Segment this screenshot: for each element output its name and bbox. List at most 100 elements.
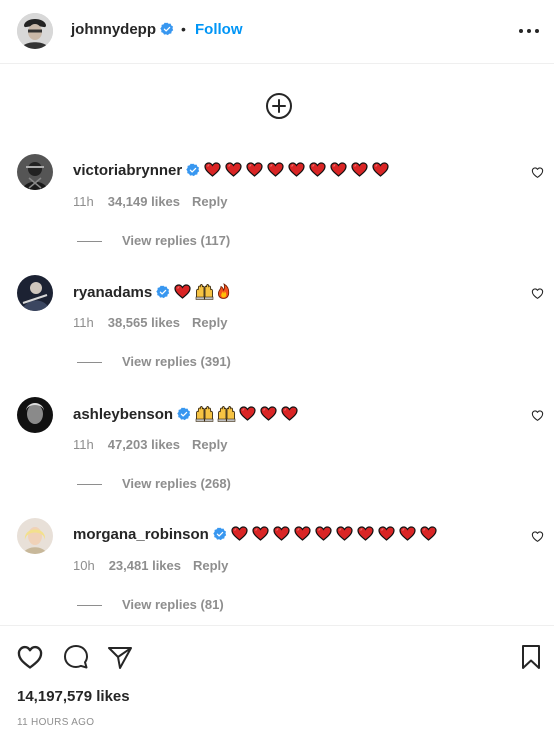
red-heart-emoji-icon [336, 526, 353, 541]
verified-badge-icon [213, 527, 227, 541]
replies-divider-line [77, 362, 102, 364]
commenter-username[interactable]: ashleybenson [73, 406, 173, 423]
heart-outline-icon [531, 409, 544, 422]
comment-line: victoriabrynner [73, 162, 393, 179]
red-heart-emoji-icon [420, 526, 437, 541]
view-replies-button[interactable]: View replies (268) [77, 476, 231, 491]
red-heart-emoji-icon [309, 162, 326, 177]
share-button[interactable] [106, 643, 134, 671]
red-heart-emoji-icon [204, 162, 221, 177]
reply-button[interactable]: Reply [192, 437, 227, 452]
red-heart-emoji-icon [294, 526, 311, 541]
red-heart-emoji-icon [239, 406, 256, 421]
comment-time[interactable]: 10h [73, 558, 95, 573]
comment-time[interactable]: 11h [73, 194, 94, 209]
comment-likes[interactable]: 47,203 likes [108, 437, 180, 452]
red-heart-emoji-icon [288, 162, 305, 177]
post-header: johnnydepp • Follow [0, 0, 554, 64]
reply-button[interactable]: Reply [193, 558, 228, 573]
post-likes-count[interactable]: 14,197,579 likes [17, 688, 130, 705]
header-separator: • [181, 21, 186, 37]
raising-hands-emoji-icon [195, 405, 214, 422]
reply-button[interactable]: Reply [192, 194, 227, 209]
like-button[interactable] [16, 643, 44, 671]
view-replies-button[interactable]: View replies (391) [77, 354, 231, 369]
save-button[interactable] [517, 643, 545, 671]
commenter-username[interactable]: ryanadams [73, 284, 152, 301]
fire-emoji-icon [217, 283, 230, 299]
load-more-comments-button[interactable] [265, 92, 293, 120]
red-heart-emoji-icon [315, 526, 332, 541]
verified-badge-icon [160, 22, 174, 36]
red-heart-emoji-icon [267, 162, 284, 177]
post-timestamp[interactable]: 11 HOURS AGO [17, 717, 94, 728]
comment-line: morgana_robinson [73, 526, 441, 543]
comment-meta: 11h 34,149 likes Reply [73, 194, 227, 209]
heart-outline-icon [531, 166, 544, 179]
comment-likes[interactable]: 38,565 likes [108, 315, 180, 330]
red-heart-emoji-icon [252, 526, 269, 541]
red-heart-emoji-icon [378, 526, 395, 541]
more-options-icon[interactable] [517, 21, 541, 41]
author-avatar[interactable] [17, 13, 53, 49]
comment-time[interactable]: 11h [73, 437, 94, 452]
comment-like-button[interactable] [531, 287, 544, 300]
heart-outline-icon [531, 530, 544, 543]
view-replies-label: View replies (117) [122, 233, 231, 248]
comment-line: ryanadams [73, 283, 230, 301]
comment-text [195, 406, 302, 423]
commenter-avatar[interactable] [17, 518, 53, 554]
raising-hands-emoji-icon [195, 283, 214, 300]
comment-text [174, 284, 230, 301]
verified-badge-icon [186, 163, 200, 177]
comment-time[interactable]: 11h [73, 315, 94, 330]
red-heart-emoji-icon [273, 526, 290, 541]
raising-hands-emoji-icon [217, 405, 236, 422]
commenter-avatar[interactable] [17, 275, 53, 311]
commenter-username[interactable]: morgana_robinson [73, 526, 209, 543]
comment-line: ashleybenson [73, 405, 302, 423]
view-replies-button[interactable]: View replies (117) [77, 233, 230, 248]
red-heart-emoji-icon [260, 406, 277, 421]
replies-divider-line [77, 241, 102, 243]
view-replies-button[interactable]: View replies (81) [77, 597, 224, 612]
red-heart-emoji-icon [399, 526, 416, 541]
comment-likes[interactable]: 34,149 likes [108, 194, 180, 209]
comment-text [231, 526, 441, 543]
comment-meta: 11h 38,565 likes Reply [73, 315, 227, 330]
view-replies-label: View replies (268) [122, 476, 231, 491]
replies-divider-line [77, 484, 102, 486]
comment-like-button[interactable] [531, 166, 544, 179]
red-heart-emoji-icon [351, 162, 368, 177]
bookmark-icon [522, 645, 540, 669]
comment-text [204, 162, 393, 179]
red-heart-emoji-icon [281, 406, 298, 421]
commenter-username[interactable]: victoriabrynner [73, 162, 182, 179]
replies-divider-line [77, 605, 102, 607]
comment-meta: 10h 23,481 likes Reply [73, 558, 228, 573]
commenter-avatar[interactable] [17, 397, 53, 433]
view-replies-label: View replies (81) [122, 597, 224, 612]
comment-like-button[interactable] [531, 530, 544, 543]
comment-bubble-icon [64, 645, 88, 669]
author-username[interactable]: johnnydepp [71, 21, 174, 38]
comment-item: morgana_robinson 10h 23,481 likes Reply View… [0, 518, 554, 639]
comment-meta: 11h 47,203 likes Reply [73, 437, 227, 452]
red-heart-emoji-icon [174, 284, 191, 299]
comment-button[interactable] [62, 643, 90, 671]
comment-likes[interactable]: 23,481 likes [109, 558, 181, 573]
red-heart-emoji-icon [231, 526, 248, 541]
follow-button[interactable]: Follow [195, 21, 243, 38]
comment-item: ryanadams 11h 38,565 likes Reply View replie… [0, 275, 554, 396]
comment-item: victoriabrynner 11h 34,149 likes Reply View … [0, 154, 554, 275]
red-heart-emoji-icon [372, 162, 389, 177]
heart-outline-icon [16, 643, 44, 671]
reply-button[interactable]: Reply [192, 315, 227, 330]
view-replies-label: View replies (391) [122, 354, 231, 369]
red-heart-emoji-icon [225, 162, 242, 177]
red-heart-emoji-icon [330, 162, 347, 177]
commenter-avatar[interactable] [17, 154, 53, 190]
comment-like-button[interactable] [531, 409, 544, 422]
plus-circle-icon [266, 93, 292, 119]
comment-item: ashleybenson 11h 47,203 likes Reply View rep… [0, 397, 554, 518]
